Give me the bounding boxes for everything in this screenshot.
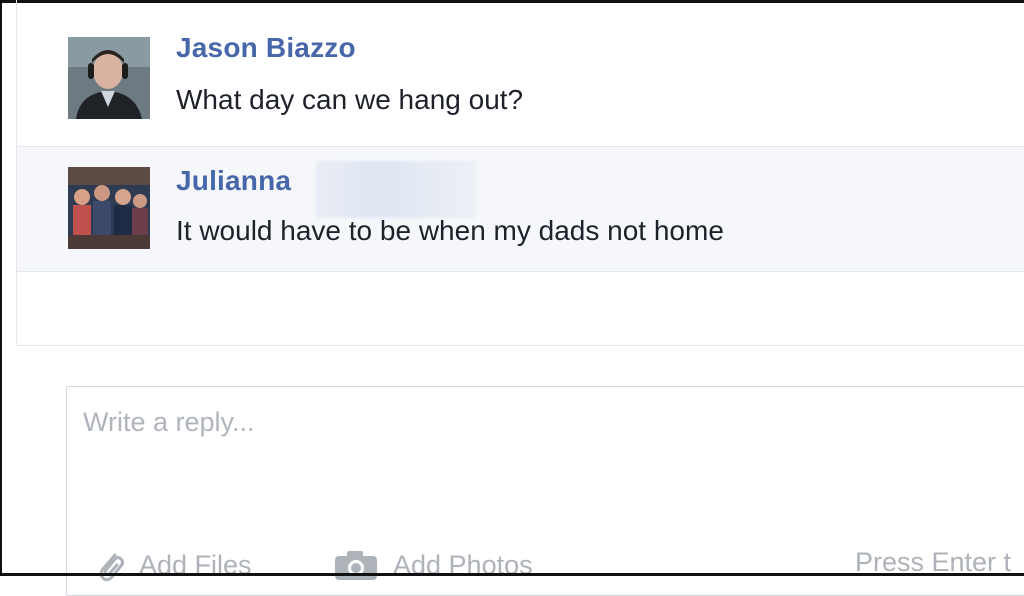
paperclip-icon: [99, 553, 124, 582]
group-photo-icon: [68, 167, 150, 249]
avatar[interactable]: [68, 37, 150, 119]
profile-photo-icon: [68, 37, 150, 119]
add-photos-button[interactable]: Add Photos: [333, 545, 533, 585]
video-frame-top-border: [0, 0, 1024, 3]
message-row: Jason Biazzo What day can we hang out?: [17, 18, 1024, 146]
message-text: It would have to be when my dads not hom…: [176, 215, 724, 246]
reply-composer: Add Files Add Photos Press Enter t: [66, 386, 1024, 596]
video-frame-left-border: [0, 0, 2, 576]
message-row-highlighted: Julianna It would have to be when my dad…: [17, 146, 1024, 272]
reply-input[interactable]: [81, 401, 985, 443]
camera-icon: [335, 551, 377, 580]
sender-name[interactable]: Jason Biazzo: [176, 32, 356, 64]
redacted-last-name: [316, 161, 476, 218]
message-text: What day can we hang out?: [176, 84, 524, 115]
sender-name[interactable]: Julianna: [176, 165, 291, 197]
avatar[interactable]: [68, 167, 150, 249]
add-files-button[interactable]: Add Files: [95, 545, 252, 585]
composer-divider: [17, 345, 1024, 346]
